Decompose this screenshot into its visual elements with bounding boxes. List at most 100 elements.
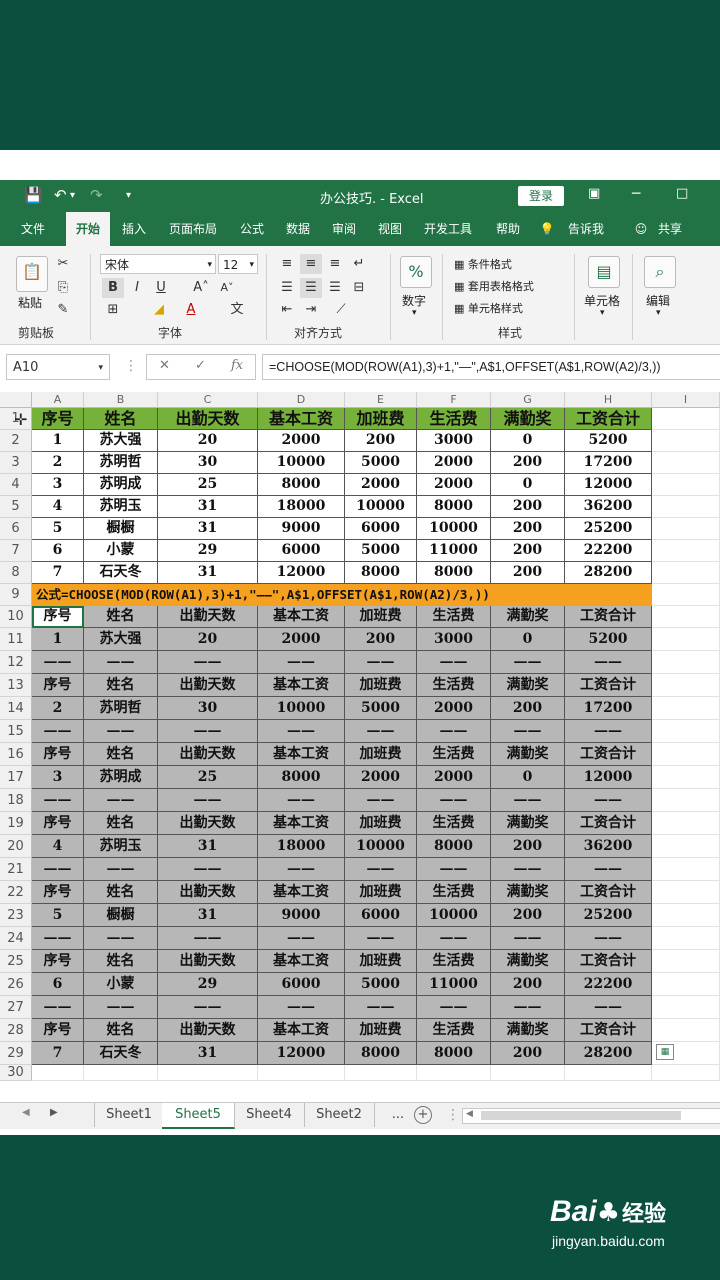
- copy-icon[interactable]: ⎘: [52, 278, 74, 298]
- conditional-format-button[interactable]: ▦ 条件格式: [454, 256, 512, 272]
- row-header[interactable]: 30: [0, 1065, 32, 1081]
- data-cell[interactable]: 石天冬: [84, 562, 158, 584]
- data-cell[interactable]: 苏明哲: [84, 452, 158, 474]
- data-cell[interactable]: 12000: [258, 562, 345, 584]
- column-header[interactable]: C: [158, 392, 258, 408]
- share-button[interactable]: 共享: [650, 212, 690, 246]
- generated-data-cell[interactable]: 4: [32, 835, 84, 858]
- generated-data-cell[interactable]: 10000: [345, 835, 417, 858]
- generated-header-cell[interactable]: 基本工资: [258, 1019, 345, 1042]
- row-header[interactable]: 11: [0, 628, 32, 651]
- empty-cell[interactable]: [652, 835, 720, 858]
- data-cell[interactable]: 25200: [565, 518, 652, 540]
- data-cell[interactable]: 12000: [565, 474, 652, 496]
- undo-icon[interactable]: ↶: [54, 186, 67, 204]
- data-cell[interactable]: 3000: [417, 430, 491, 452]
- generated-data-cell[interactable]: 0: [491, 628, 565, 651]
- empty-cell[interactable]: [652, 720, 720, 743]
- separator-cell[interactable]: ——: [345, 789, 417, 812]
- generated-data-cell[interactable]: 200: [345, 628, 417, 651]
- generated-data-cell[interactable]: 30: [158, 697, 258, 720]
- empty-cell[interactable]: [652, 1019, 720, 1042]
- data-cell[interactable]: 200: [491, 496, 565, 518]
- font-name-select[interactable]: 宋体 ▾: [100, 254, 216, 274]
- empty-cell[interactable]: [652, 927, 720, 950]
- empty-cell[interactable]: [565, 1065, 652, 1081]
- tab-home[interactable]: 开始: [66, 212, 110, 246]
- separator-cell[interactable]: ——: [158, 996, 258, 1019]
- empty-cell[interactable]: [652, 540, 720, 562]
- drag-handle-icon[interactable]: ⋮: [446, 1107, 460, 1123]
- generated-header-cell[interactable]: 基本工资: [258, 881, 345, 904]
- empty-cell[interactable]: [417, 1065, 491, 1081]
- data-cell[interactable]: 2000: [417, 474, 491, 496]
- data-cell[interactable]: 4: [32, 496, 84, 518]
- data-cell[interactable]: 8000: [417, 562, 491, 584]
- separator-cell[interactable]: ——: [417, 651, 491, 674]
- row-header[interactable]: 16: [0, 743, 32, 766]
- empty-cell[interactable]: [652, 474, 720, 496]
- tab-developer[interactable]: 开发工具: [416, 212, 480, 246]
- align-right-icon[interactable]: ☰: [324, 278, 346, 298]
- select-all-corner[interactable]: [0, 392, 32, 408]
- row-header[interactable]: 7: [0, 540, 32, 562]
- row-header[interactable]: 18: [0, 789, 32, 812]
- generated-data-cell[interactable]: 200: [491, 697, 565, 720]
- cells-icon[interactable]: ▤: [588, 256, 620, 288]
- separator-cell[interactable]: ——: [491, 720, 565, 743]
- data-cell[interactable]: 1: [32, 430, 84, 452]
- generated-data-cell[interactable]: 苏明成: [84, 766, 158, 789]
- separator-cell[interactable]: ——: [258, 858, 345, 881]
- row-header[interactable]: 24: [0, 927, 32, 950]
- underline-button[interactable]: U: [150, 278, 172, 298]
- generated-data-cell[interactable]: 8000: [417, 1042, 491, 1065]
- generated-data-cell[interactable]: 11000: [417, 973, 491, 996]
- generated-header-cell[interactable]: 加班费: [345, 674, 417, 697]
- generated-header-cell[interactable]: 满勤奖: [491, 881, 565, 904]
- header-cell[interactable]: 出勤天数: [158, 408, 258, 430]
- data-cell[interactable]: 小蒙: [84, 540, 158, 562]
- generated-data-cell[interactable]: 18000: [258, 835, 345, 858]
- generated-data-cell[interactable]: 3000: [417, 628, 491, 651]
- empty-cell[interactable]: [84, 1065, 158, 1081]
- data-cell[interactable]: 5200: [565, 430, 652, 452]
- separator-cell[interactable]: ——: [565, 858, 652, 881]
- separator-cell[interactable]: ——: [158, 651, 258, 674]
- separator-cell[interactable]: ——: [417, 927, 491, 950]
- generated-data-cell[interactable]: 8000: [417, 835, 491, 858]
- generated-header-cell[interactable]: 出勤天数: [158, 1019, 258, 1042]
- border-icon[interactable]: ⊞: [102, 300, 124, 320]
- tab-file[interactable]: 文件: [10, 212, 56, 246]
- search-icon[interactable]: ⌕: [644, 256, 676, 288]
- separator-cell[interactable]: ——: [258, 996, 345, 1019]
- row-header[interactable]: 4: [0, 474, 32, 496]
- generated-data-cell[interactable]: 31: [158, 1042, 258, 1065]
- separator-cell[interactable]: ——: [158, 927, 258, 950]
- cancel-icon[interactable]: ✕: [159, 358, 170, 373]
- increase-font-icon[interactable]: A˄: [190, 278, 212, 298]
- font-color-button[interactable]: A: [180, 300, 202, 320]
- login-button[interactable]: 登录: [518, 186, 564, 206]
- generated-data-cell[interactable]: 200: [491, 904, 565, 927]
- separator-cell[interactable]: ——: [32, 789, 84, 812]
- increase-indent-icon[interactable]: ⇥: [300, 300, 322, 320]
- generated-header-cell[interactable]: 出勤天数: [158, 950, 258, 973]
- generated-header-cell[interactable]: 序号: [32, 606, 84, 628]
- separator-cell[interactable]: ——: [417, 858, 491, 881]
- tab-formulas[interactable]: 公式: [232, 212, 272, 246]
- separator-cell[interactable]: ——: [84, 927, 158, 950]
- separator-cell[interactable]: ——: [491, 858, 565, 881]
- data-cell[interactable]: 200: [491, 540, 565, 562]
- generated-header-cell[interactable]: 序号: [32, 1019, 84, 1042]
- generated-header-cell[interactable]: 加班费: [345, 950, 417, 973]
- data-cell[interactable]: 11000: [417, 540, 491, 562]
- generated-header-cell[interactable]: 工资合计: [565, 812, 652, 835]
- generated-data-cell[interactable]: 31: [158, 904, 258, 927]
- column-header[interactable]: F: [417, 392, 491, 408]
- header-cell[interactable]: 工资合计: [565, 408, 652, 430]
- wrap-text-icon[interactable]: ↵: [348, 254, 370, 274]
- generated-header-cell[interactable]: 出勤天数: [158, 606, 258, 628]
- generated-data-cell[interactable]: 200: [491, 973, 565, 996]
- separator-cell[interactable]: ——: [417, 720, 491, 743]
- generated-header-cell[interactable]: 加班费: [345, 881, 417, 904]
